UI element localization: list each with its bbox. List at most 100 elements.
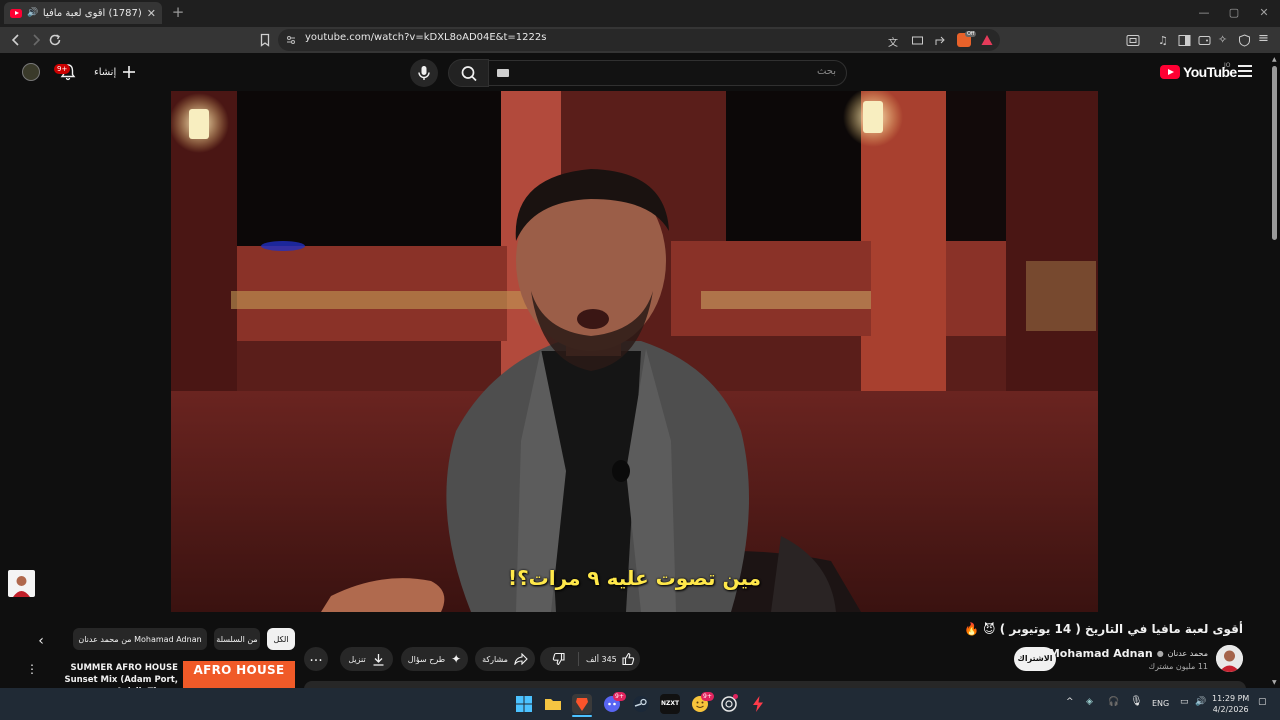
search-input[interactable] <box>488 60 847 86</box>
notifications-badge: 9+ <box>54 64 71 74</box>
tab-close-icon[interactable]: ✕ <box>147 7 156 20</box>
region-code: JO <box>1224 62 1231 69</box>
search-placeholder: بحث <box>816 66 836 77</box>
like-button[interactable]: 345 ألف <box>586 647 635 671</box>
headset-icon[interactable]: 🎧 <box>1108 697 1119 707</box>
flash-app-icon[interactable] <box>748 694 768 714</box>
like-dislike-group: 345 ألف <box>540 647 640 671</box>
video-subtitle: مين تصوت عليه ٩ مرات؟! <box>507 566 762 590</box>
youtube-favicon-icon <box>10 8 22 18</box>
like-divider <box>578 652 579 666</box>
microphone-icon <box>418 66 430 80</box>
recommendation-menu-icon[interactable]: ⋮ <box>26 662 38 676</box>
thumbs-up-icon <box>622 652 634 666</box>
shields-badge: Off <box>965 31 977 37</box>
subscriber-count: 11 مليون مشترك <box>1148 662 1208 671</box>
chip-all[interactable]: الكل <box>267 628 295 650</box>
vpn-shield-icon[interactable] <box>1238 34 1251 47</box>
keyboard-icon[interactable] <box>497 69 509 77</box>
share-label: مشاركة <box>482 654 508 664</box>
new-tab-icon[interactable]: + <box>170 4 186 20</box>
network-icon[interactable]: ▭ <box>1180 697 1189 707</box>
emoji-app-badge: 9+ <box>701 692 714 701</box>
verified-icon: ● <box>1156 649 1164 658</box>
url-text[interactable]: youtube.com/watch?v=kDXL8oAD04E&t=1222s <box>305 32 546 43</box>
search-button[interactable] <box>448 59 489 87</box>
video-title: أقوى لعبة مافيا في التاريخ ( 14 يوتيوبر … <box>963 622 1243 636</box>
file-explorer-icon[interactable] <box>543 694 563 714</box>
channel-name-ar: محمد عدنان <box>1167 649 1208 658</box>
chip-from-channel[interactable]: من محمد عدنان Mohamad Adnan <box>73 628 207 650</box>
video-frame <box>171 91 1098 612</box>
recommendation-thumbnail[interactable]: AFRO HOUSE <box>183 661 295 688</box>
account-avatar[interactable] <box>22 63 40 81</box>
share-page-icon[interactable] <box>934 34 947 47</box>
download-icon <box>373 653 384 666</box>
mini-player-thumbnail[interactable] <box>8 570 35 597</box>
chips-scroll-left-icon[interactable]: ‹ <box>30 630 52 652</box>
cast-icon[interactable] <box>911 34 924 47</box>
minimize-icon[interactable]: — <box>1196 5 1212 21</box>
sparkle-icon: ✦ <box>451 652 462 666</box>
windows-start-icon[interactable] <box>514 694 534 714</box>
search-icon <box>461 66 477 82</box>
more-actions-button[interactable]: ... <box>304 647 328 671</box>
channel-name-en: Mohamad Adnan <box>1048 647 1153 660</box>
tray-overflow-icon[interactable]: ^ <box>1066 697 1074 707</box>
maximize-icon[interactable]: ▢ <box>1226 5 1242 21</box>
scroll-down-icon[interactable]: ▼ <box>1272 679 1277 686</box>
reading-list-icon[interactable] <box>1178 34 1191 47</box>
wallet-icon[interactable] <box>1198 34 1211 47</box>
download-button[interactable]: تنزيل <box>340 647 393 671</box>
nzxt-cam-icon[interactable]: NZXT <box>660 694 680 714</box>
forward-icon[interactable] <box>28 32 44 48</box>
browser-menu-icon[interactable]: ≡ <box>1258 31 1269 46</box>
site-info-icon[interactable] <box>286 35 296 45</box>
steam-tray-icon[interactable]: ◈ <box>1086 697 1093 707</box>
dislike-button[interactable] <box>552 652 566 666</box>
scrollbar-thumb[interactable] <box>1272 66 1277 240</box>
audio-playing-icon[interactable]: 🔊 <box>27 8 38 18</box>
create-button[interactable]: إنشاء <box>94 61 136 83</box>
window-close-icon[interactable]: ✕ <box>1256 5 1272 21</box>
active-app-indicator <box>572 715 592 717</box>
video-player[interactable] <box>171 91 1098 612</box>
chatgpt-dot <box>733 694 738 699</box>
steam-icon[interactable] <box>631 694 651 714</box>
hamburger-menu-icon[interactable] <box>1238 65 1252 80</box>
sidebar-panel-icon[interactable] <box>1126 34 1140 47</box>
chip-from-series[interactable]: من السلسلة <box>214 628 260 650</box>
tab-title: (1787) أقوى لعبة مافيا في التا... <box>43 7 142 19</box>
download-label: تنزيل <box>348 654 366 664</box>
input-language[interactable]: ENG <box>1152 699 1169 708</box>
translate-icon[interactable]: 文 <box>888 34 901 49</box>
ask-label: طرح سؤال <box>407 654 446 664</box>
brave-browser-icon[interactable] <box>572 694 592 714</box>
discord-badge: 9+ <box>613 692 626 701</box>
system-clock[interactable]: 11:29 PM 4/2/2026 <box>1212 693 1249 715</box>
volume-icon[interactable]: 🔊 <box>1195 697 1206 707</box>
notification-center-icon[interactable]: ▢ <box>1258 697 1267 707</box>
reload-icon[interactable] <box>47 32 63 48</box>
share-button[interactable]: مشاركة <box>475 647 535 671</box>
leo-ai-icon[interactable]: ✧ <box>1218 33 1227 46</box>
share-icon <box>514 653 528 665</box>
ask-button[interactable]: طرح سؤال ✦ <box>401 647 468 671</box>
scroll-up-icon[interactable]: ▲ <box>1272 56 1277 63</box>
thumbs-down-icon <box>552 652 565 666</box>
subscribe-button[interactable]: الاشتراك <box>1014 647 1056 671</box>
channel-avatar[interactable] <box>1216 645 1243 672</box>
bookmark-icon[interactable] <box>257 32 273 48</box>
plus-icon <box>123 66 136 78</box>
browser-tab[interactable]: 🔊 (1787) أقوى لعبة مافيا في التا... ✕ <box>4 2 162 24</box>
channel-name[interactable]: Mohamad Adnan ● محمد عدنان <box>1049 647 1208 660</box>
like-count: 345 ألف <box>586 654 617 664</box>
voice-search-button[interactable] <box>410 59 438 87</box>
brave-rewards-icon[interactable] <box>980 33 994 47</box>
create-label: إنشاء <box>94 66 117 78</box>
back-icon[interactable] <box>8 32 24 48</box>
recommendation-thumb-text: AFRO HOUSE <box>193 663 285 677</box>
tray-mic-icon[interactable]: 🎙 <box>1130 696 1143 707</box>
clock-time: 11:29 PM <box>1212 694 1250 703</box>
media-icon[interactable]: ♫ <box>1158 34 1168 47</box>
